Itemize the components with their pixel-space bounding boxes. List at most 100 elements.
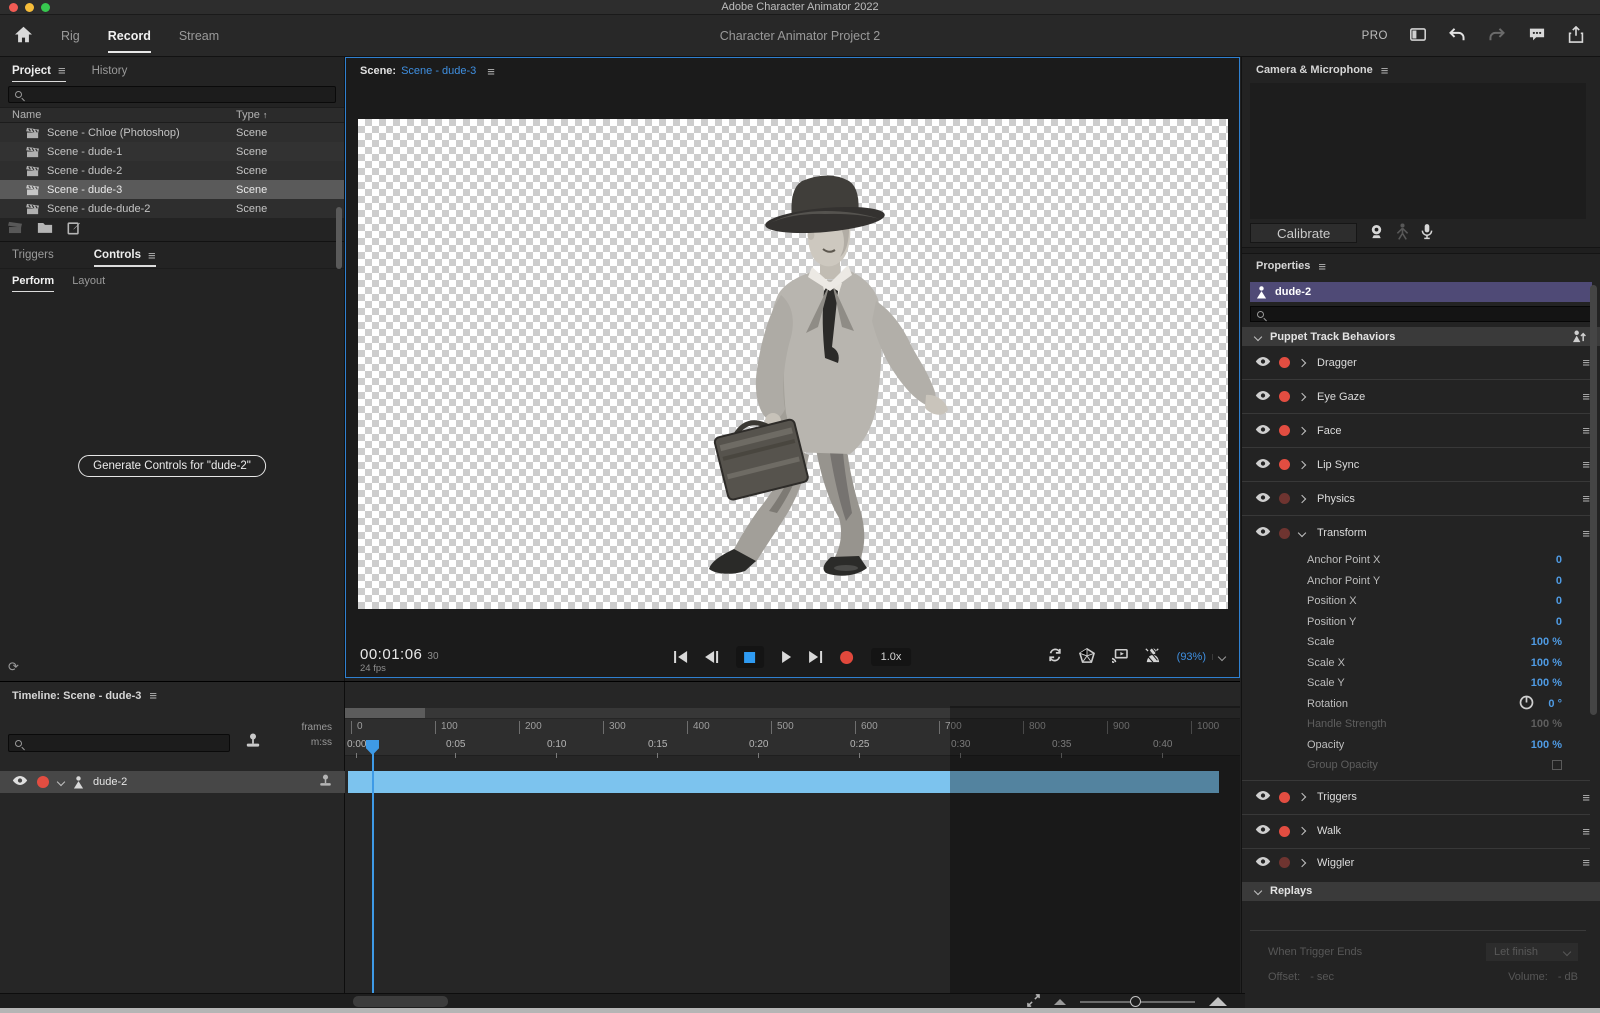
timeline-search-input[interactable] xyxy=(8,734,230,752)
zoom-out-timeline-icon[interactable] xyxy=(1054,999,1066,1005)
eye-icon[interactable] xyxy=(1255,526,1271,540)
feedback-icon[interactable] xyxy=(1528,27,1546,45)
redo-icon[interactable] xyxy=(1488,27,1506,45)
timeline-zoom-slider[interactable] xyxy=(1080,1001,1195,1003)
tab-rig[interactable]: Rig xyxy=(61,15,80,57)
scene-canvas[interactable] xyxy=(358,119,1228,609)
timeline-zoom-thumb[interactable] xyxy=(345,708,425,718)
behavior-menu-icon[interactable]: ≡ xyxy=(1582,424,1590,437)
expand-chevron-icon[interactable] xyxy=(1298,827,1306,835)
tab-layout[interactable]: Layout xyxy=(72,269,105,293)
scene-row[interactable]: Scene - Chloe (Photoshop) Scene xyxy=(0,123,344,142)
stop-button[interactable] xyxy=(736,646,764,668)
add-behavior-icon[interactable] xyxy=(1572,330,1586,343)
project-list-scrollbar[interactable] xyxy=(336,207,342,269)
project-search-input[interactable] xyxy=(8,86,336,103)
camera-mic-menu-icon[interactable]: ≡ xyxy=(1381,64,1389,77)
rotation-dial-icon[interactable] xyxy=(1519,695,1534,713)
property-value[interactable]: 0 xyxy=(1556,595,1562,607)
body-tracking-icon[interactable] xyxy=(1396,223,1409,243)
tab-record[interactable]: Record xyxy=(108,15,151,57)
expand-chevron-icon[interactable] xyxy=(1298,460,1306,468)
tab-project[interactable]: Project≡ xyxy=(12,57,66,84)
behavior-menu-icon[interactable]: ≡ xyxy=(1582,791,1590,804)
eye-icon[interactable] xyxy=(1255,458,1271,472)
loop-icon[interactable] xyxy=(1047,648,1063,665)
property-value[interactable]: 100 % xyxy=(1531,677,1562,689)
calibrate-button[interactable]: Calibrate xyxy=(1250,223,1357,243)
behavior-menu-icon[interactable]: ≡ xyxy=(1582,390,1590,403)
property-value[interactable]: 0 ° xyxy=(1548,698,1562,710)
playhead-line[interactable] xyxy=(372,742,374,994)
zoom-dropdown-chevron-icon[interactable] xyxy=(1212,654,1225,660)
column-type[interactable]: Type↑ xyxy=(236,109,344,121)
next-frame-button[interactable] xyxy=(809,651,822,663)
tab-controls[interactable]: Controls≡ xyxy=(94,242,156,269)
arm-record-dot[interactable] xyxy=(37,776,49,788)
arm-record-dot[interactable] xyxy=(1279,459,1290,470)
behavior-row-dragger[interactable]: Dragger ≡ xyxy=(1242,346,1590,380)
behavior-row-triggers[interactable]: Triggers ≡ xyxy=(1242,781,1590,815)
zoom-in-timeline-icon[interactable] xyxy=(1209,997,1227,1006)
snapshot-icon[interactable] xyxy=(1079,648,1095,666)
new-folder-icon[interactable] xyxy=(37,221,53,237)
stream-output-icon[interactable] xyxy=(1111,648,1128,666)
expand-chevron-icon[interactable] xyxy=(1298,793,1306,801)
property-value[interactable]: 100 % xyxy=(1531,739,1562,751)
behavior-row-physics[interactable]: Physics ≡ xyxy=(1242,482,1590,516)
arm-record-dot[interactable] xyxy=(1279,528,1290,539)
layout-panel-icon[interactable] xyxy=(1410,28,1426,44)
arm-record-dot[interactable] xyxy=(1279,792,1290,803)
property-value[interactable]: 0 xyxy=(1556,554,1562,566)
tab-perform[interactable]: Perform xyxy=(12,269,54,293)
controls-menu-icon[interactable]: ≡ xyxy=(148,249,156,262)
replays-header[interactable]: Replays xyxy=(1242,882,1600,901)
eye-icon[interactable] xyxy=(12,775,28,789)
eye-icon[interactable] xyxy=(1255,856,1271,870)
eye-icon[interactable] xyxy=(1255,390,1271,404)
tab-triggers[interactable]: Triggers xyxy=(12,242,54,269)
timecode[interactable]: 00:01:06 xyxy=(360,646,422,663)
arm-record-dot[interactable] xyxy=(1279,857,1290,868)
home-icon[interactable] xyxy=(14,26,33,46)
behavior-row-lip-sync[interactable]: Lip Sync ≡ xyxy=(1242,448,1590,482)
track-pin-icon[interactable] xyxy=(318,774,333,790)
new-scene-icon[interactable] xyxy=(8,221,23,237)
properties-search-input[interactable] xyxy=(1250,306,1592,322)
behavior-menu-icon[interactable]: ≡ xyxy=(1582,458,1590,471)
arm-record-dot[interactable] xyxy=(1279,493,1290,504)
play-button[interactable] xyxy=(782,651,791,663)
expand-chevron-icon[interactable] xyxy=(1298,426,1306,434)
timeline-zoom-knob[interactable] xyxy=(1130,996,1141,1007)
behavior-row-transform[interactable]: Transform ≡ xyxy=(1242,516,1590,550)
expand-chevron-icon[interactable] xyxy=(1298,494,1306,502)
property-value[interactable]: 0 xyxy=(1556,616,1562,628)
behavior-menu-icon[interactable]: ≡ xyxy=(1582,527,1590,540)
eye-icon[interactable] xyxy=(1255,424,1271,438)
scene-name-link[interactable]: Scene - dude-3 xyxy=(401,65,476,77)
frames-unit-label[interactable]: frames xyxy=(301,720,332,735)
expand-chevron-icon[interactable] xyxy=(1298,392,1306,400)
scene-row[interactable]: Scene - dude-1 Scene xyxy=(0,142,344,161)
properties-scrollbar[interactable] xyxy=(1590,285,1597,715)
previous-frame-button[interactable] xyxy=(705,651,718,663)
tab-history[interactable]: History xyxy=(92,57,128,84)
behavior-menu-icon[interactable]: ≡ xyxy=(1582,356,1590,369)
go-to-start-button[interactable] xyxy=(674,651,687,663)
project-list-header[interactable]: Name Type↑ xyxy=(0,107,344,123)
playback-speed[interactable]: 1.0x xyxy=(871,648,912,666)
horizontal-scrollbar[interactable] xyxy=(353,996,448,1007)
live-tracking-icon[interactable] xyxy=(1144,647,1161,666)
scene-row-selected[interactable]: Scene - dude-3 Scene xyxy=(0,180,344,199)
webcam-icon[interactable] xyxy=(1369,224,1384,243)
property-value[interactable]: 0 xyxy=(1556,575,1562,587)
project-menu-icon[interactable]: ≡ xyxy=(58,64,66,77)
tab-stream[interactable]: Stream xyxy=(179,15,219,57)
properties-menu-icon[interactable]: ≡ xyxy=(1318,260,1326,273)
track-header-dude-2[interactable]: dude-2 xyxy=(0,771,345,793)
expand-chevron-icon[interactable] xyxy=(1298,858,1306,866)
behavior-menu-icon[interactable]: ≡ xyxy=(1582,856,1590,869)
puppet-track-selected[interactable]: dude-2 xyxy=(1250,282,1592,302)
puppet-track-behaviors-header[interactable]: Puppet Track Behaviors xyxy=(1242,327,1600,346)
microphone-icon[interactable] xyxy=(1421,223,1433,243)
